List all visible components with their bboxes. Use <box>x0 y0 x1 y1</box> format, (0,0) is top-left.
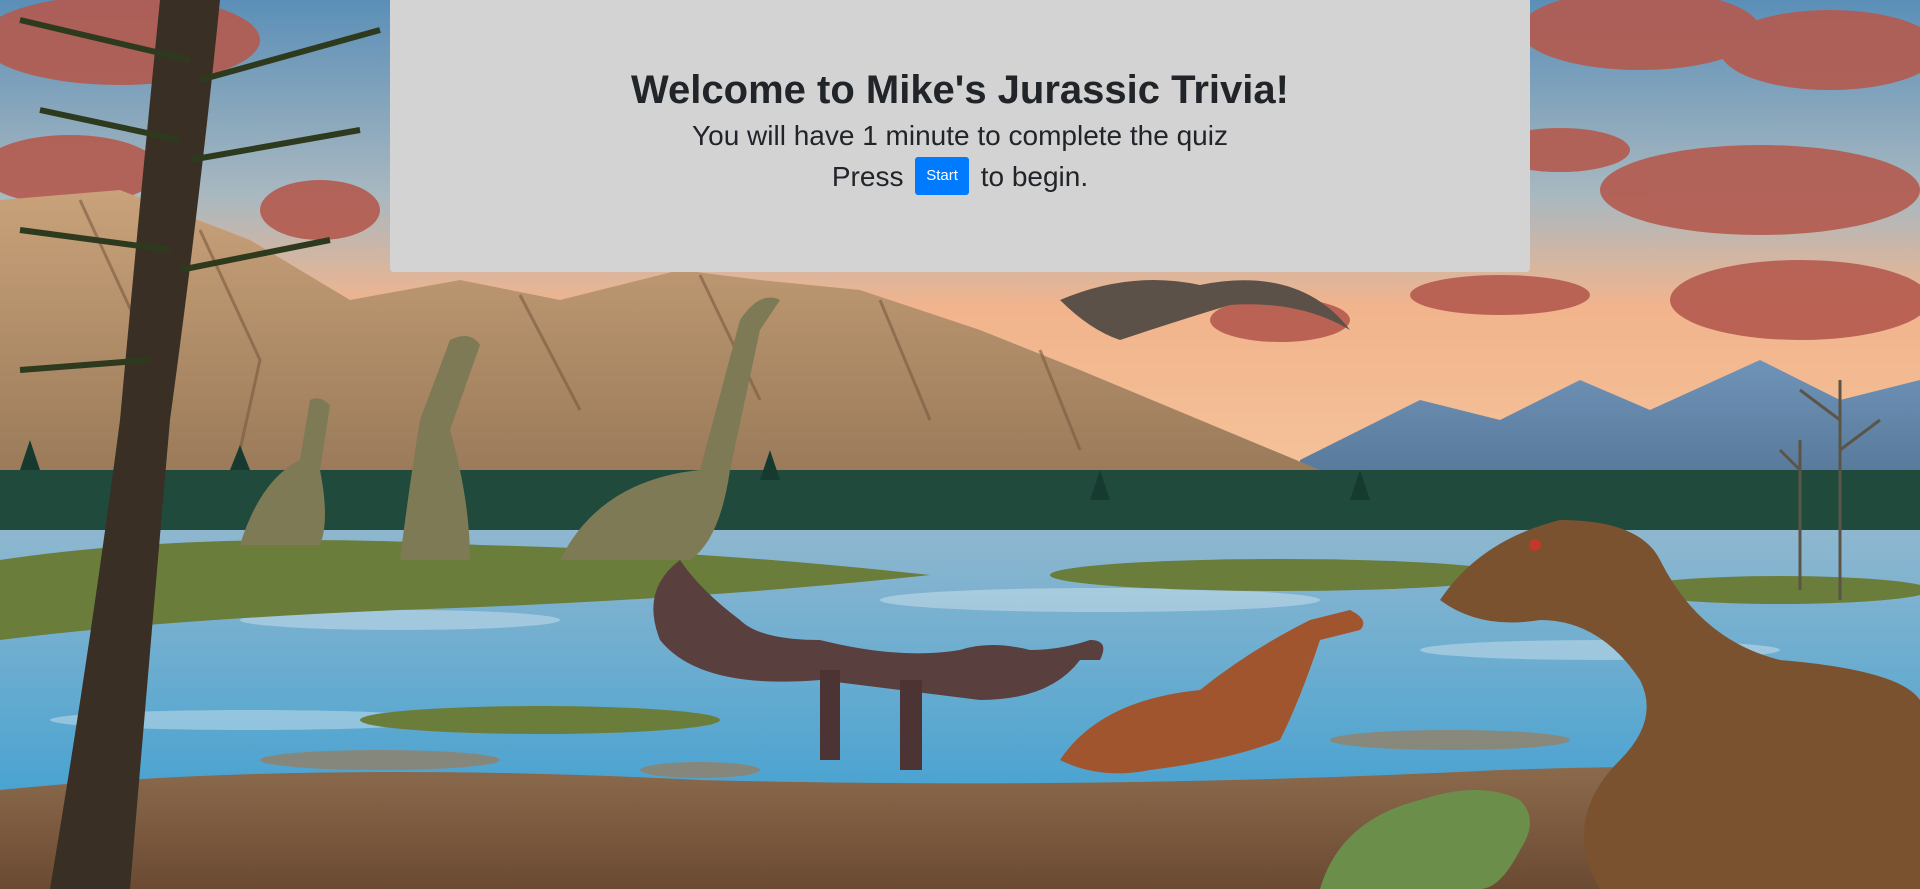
press-suffix-text: to begin. <box>980 161 1089 192</box>
start-button[interactable]: Start <box>915 156 969 195</box>
press-prefix-text: Press <box>831 161 904 192</box>
quiz-time-notice: You will have 1 minute to complete the q… <box>692 120 1228 151</box>
intro-card: Welcome to Mike's Jurassic Trivia! You w… <box>390 0 1530 272</box>
page-title: Welcome to Mike's Jurassic Trivia! <box>631 68 1289 112</box>
start-instruction: Press Start to begin. <box>390 156 1530 201</box>
